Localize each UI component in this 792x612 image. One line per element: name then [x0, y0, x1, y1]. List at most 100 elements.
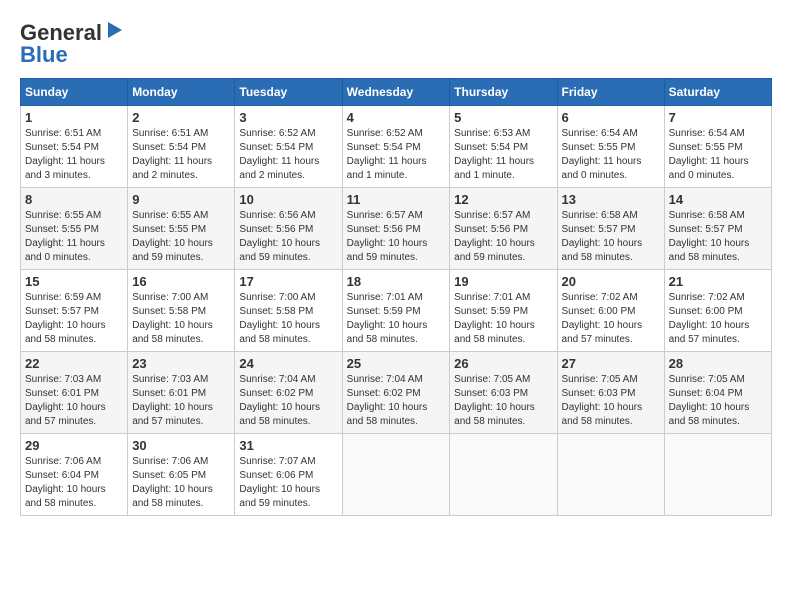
calendar-cell: 31 Sunrise: 7:07 AMSunset: 6:06 PMDaylig…: [235, 434, 342, 516]
calendar-cell: 4 Sunrise: 6:52 AMSunset: 5:54 PMDayligh…: [342, 106, 450, 188]
calendar-cell: 26 Sunrise: 7:05 AMSunset: 6:03 PMDaylig…: [450, 352, 557, 434]
calendar-table: SundayMondayTuesdayWednesdayThursdayFrid…: [20, 78, 772, 516]
calendar-cell: 24 Sunrise: 7:04 AMSunset: 6:02 PMDaylig…: [235, 352, 342, 434]
calendar-cell: 12 Sunrise: 6:57 AMSunset: 5:56 PMDaylig…: [450, 188, 557, 270]
day-number: 18: [347, 274, 446, 289]
day-info: Sunrise: 7:05 AMSunset: 6:03 PMDaylight:…: [454, 374, 535, 427]
page-header: General Blue: [20, 20, 772, 68]
calendar-cell: 25 Sunrise: 7:04 AMSunset: 6:02 PMDaylig…: [342, 352, 450, 434]
col-header-thursday: Thursday: [450, 79, 557, 106]
calendar-cell: 11 Sunrise: 6:57 AMSunset: 5:56 PMDaylig…: [342, 188, 450, 270]
day-info: Sunrise: 7:05 AMSunset: 6:04 PMDaylight:…: [669, 374, 750, 427]
day-info: Sunrise: 6:57 AMSunset: 5:56 PMDaylight:…: [454, 210, 535, 263]
day-info: Sunrise: 6:57 AMSunset: 5:56 PMDaylight:…: [347, 210, 428, 263]
day-number: 4: [347, 110, 446, 125]
calendar-cell: 30 Sunrise: 7:06 AMSunset: 6:05 PMDaylig…: [128, 434, 235, 516]
day-info: Sunrise: 7:03 AMSunset: 6:01 PMDaylight:…: [132, 374, 213, 427]
calendar-cell: [342, 434, 450, 516]
day-number: 23: [132, 356, 230, 371]
calendar-cell: 8 Sunrise: 6:55 AMSunset: 5:55 PMDayligh…: [21, 188, 128, 270]
day-number: 10: [239, 192, 337, 207]
calendar-cell: 10 Sunrise: 6:56 AMSunset: 5:56 PMDaylig…: [235, 188, 342, 270]
day-number: 5: [454, 110, 552, 125]
calendar-cell: 21 Sunrise: 7:02 AMSunset: 6:00 PMDaylig…: [664, 270, 771, 352]
calendar-cell: 14 Sunrise: 6:58 AMSunset: 5:57 PMDaylig…: [664, 188, 771, 270]
calendar-cell: 16 Sunrise: 7:00 AMSunset: 5:58 PMDaylig…: [128, 270, 235, 352]
day-info: Sunrise: 7:03 AMSunset: 6:01 PMDaylight:…: [25, 374, 106, 427]
day-number: 8: [25, 192, 123, 207]
day-info: Sunrise: 7:05 AMSunset: 6:03 PMDaylight:…: [562, 374, 643, 427]
col-header-tuesday: Tuesday: [235, 79, 342, 106]
day-number: 20: [562, 274, 660, 289]
day-info: Sunrise: 7:01 AMSunset: 5:59 PMDaylight:…: [454, 292, 535, 345]
day-info: Sunrise: 7:07 AMSunset: 6:06 PMDaylight:…: [239, 456, 320, 509]
day-number: 14: [669, 192, 767, 207]
calendar-cell: 28 Sunrise: 7:05 AMSunset: 6:04 PMDaylig…: [664, 352, 771, 434]
day-info: Sunrise: 6:58 AMSunset: 5:57 PMDaylight:…: [562, 210, 643, 263]
calendar-cell: [450, 434, 557, 516]
calendar-cell: 13 Sunrise: 6:58 AMSunset: 5:57 PMDaylig…: [557, 188, 664, 270]
day-number: 16: [132, 274, 230, 289]
calendar-cell: 22 Sunrise: 7:03 AMSunset: 6:01 PMDaylig…: [21, 352, 128, 434]
calendar-cell: 3 Sunrise: 6:52 AMSunset: 5:54 PMDayligh…: [235, 106, 342, 188]
day-info: Sunrise: 7:04 AMSunset: 6:02 PMDaylight:…: [347, 374, 428, 427]
day-number: 15: [25, 274, 123, 289]
logo-blue: Blue: [20, 42, 68, 68]
day-number: 7: [669, 110, 767, 125]
day-info: Sunrise: 7:06 AMSunset: 6:04 PMDaylight:…: [25, 456, 106, 509]
day-number: 29: [25, 438, 123, 453]
calendar-cell: 6 Sunrise: 6:54 AMSunset: 5:55 PMDayligh…: [557, 106, 664, 188]
calendar-cell: 20 Sunrise: 7:02 AMSunset: 6:00 PMDaylig…: [557, 270, 664, 352]
day-number: 13: [562, 192, 660, 207]
day-number: 25: [347, 356, 446, 371]
day-info: Sunrise: 6:53 AMSunset: 5:54 PMDaylight:…: [454, 128, 534, 181]
day-number: 19: [454, 274, 552, 289]
day-number: 9: [132, 192, 230, 207]
day-info: Sunrise: 6:54 AMSunset: 5:55 PMDaylight:…: [669, 128, 749, 181]
day-info: Sunrise: 7:01 AMSunset: 5:59 PMDaylight:…: [347, 292, 428, 345]
logo-icon: [104, 20, 126, 42]
calendar-cell: 1 Sunrise: 6:51 AMSunset: 5:54 PMDayligh…: [21, 106, 128, 188]
day-number: 1: [25, 110, 123, 125]
day-info: Sunrise: 6:55 AMSunset: 5:55 PMDaylight:…: [132, 210, 213, 263]
day-number: 21: [669, 274, 767, 289]
day-info: Sunrise: 6:51 AMSunset: 5:54 PMDaylight:…: [132, 128, 212, 181]
day-info: Sunrise: 6:59 AMSunset: 5:57 PMDaylight:…: [25, 292, 106, 345]
day-info: Sunrise: 6:56 AMSunset: 5:56 PMDaylight:…: [239, 210, 320, 263]
day-info: Sunrise: 7:00 AMSunset: 5:58 PMDaylight:…: [239, 292, 320, 345]
day-number: 12: [454, 192, 552, 207]
day-info: Sunrise: 6:58 AMSunset: 5:57 PMDaylight:…: [669, 210, 750, 263]
day-number: 11: [347, 192, 446, 207]
calendar-cell: 18 Sunrise: 7:01 AMSunset: 5:59 PMDaylig…: [342, 270, 450, 352]
calendar-cell: 29 Sunrise: 7:06 AMSunset: 6:04 PMDaylig…: [21, 434, 128, 516]
calendar-cell: 5 Sunrise: 6:53 AMSunset: 5:54 PMDayligh…: [450, 106, 557, 188]
col-header-wednesday: Wednesday: [342, 79, 450, 106]
col-header-friday: Friday: [557, 79, 664, 106]
calendar-cell: 15 Sunrise: 6:59 AMSunset: 5:57 PMDaylig…: [21, 270, 128, 352]
calendar-cell: 7 Sunrise: 6:54 AMSunset: 5:55 PMDayligh…: [664, 106, 771, 188]
calendar-cell: 27 Sunrise: 7:05 AMSunset: 6:03 PMDaylig…: [557, 352, 664, 434]
day-info: Sunrise: 7:02 AMSunset: 6:00 PMDaylight:…: [669, 292, 750, 345]
calendar-cell: 2 Sunrise: 6:51 AMSunset: 5:54 PMDayligh…: [128, 106, 235, 188]
day-info: Sunrise: 7:02 AMSunset: 6:00 PMDaylight:…: [562, 292, 643, 345]
day-info: Sunrise: 6:52 AMSunset: 5:54 PMDaylight:…: [347, 128, 427, 181]
calendar-cell: 9 Sunrise: 6:55 AMSunset: 5:55 PMDayligh…: [128, 188, 235, 270]
day-number: 28: [669, 356, 767, 371]
day-number: 22: [25, 356, 123, 371]
day-info: Sunrise: 6:54 AMSunset: 5:55 PMDaylight:…: [562, 128, 642, 181]
day-info: Sunrise: 7:04 AMSunset: 6:02 PMDaylight:…: [239, 374, 320, 427]
day-info: Sunrise: 6:52 AMSunset: 5:54 PMDaylight:…: [239, 128, 319, 181]
day-number: 6: [562, 110, 660, 125]
day-number: 3: [239, 110, 337, 125]
day-number: 30: [132, 438, 230, 453]
day-info: Sunrise: 7:00 AMSunset: 5:58 PMDaylight:…: [132, 292, 213, 345]
day-number: 17: [239, 274, 337, 289]
calendar-cell: 23 Sunrise: 7:03 AMSunset: 6:01 PMDaylig…: [128, 352, 235, 434]
calendar-cell: 19 Sunrise: 7:01 AMSunset: 5:59 PMDaylig…: [450, 270, 557, 352]
col-header-monday: Monday: [128, 79, 235, 106]
day-number: 24: [239, 356, 337, 371]
day-number: 26: [454, 356, 552, 371]
day-number: 2: [132, 110, 230, 125]
calendar-cell: [664, 434, 771, 516]
col-header-saturday: Saturday: [664, 79, 771, 106]
